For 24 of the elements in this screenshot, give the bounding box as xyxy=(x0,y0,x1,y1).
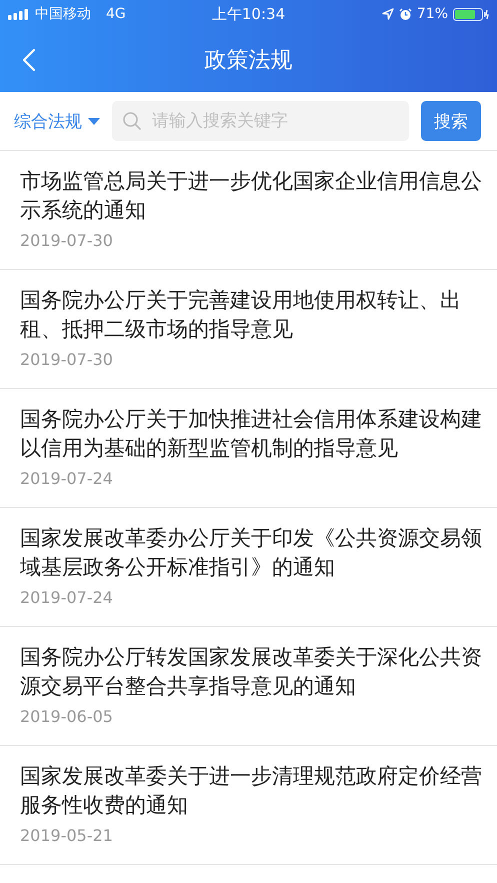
article-title[interactable]: 市场监管总局关于进一步优化国家企业信用信息公示系统的通知 xyxy=(20,167,485,225)
location-icon xyxy=(382,8,394,20)
battery-icon xyxy=(453,8,489,20)
caret-icon xyxy=(88,118,100,124)
article-date: 2019-05-21 xyxy=(20,826,114,845)
network-type: 4G xyxy=(106,6,126,22)
alarm-icon xyxy=(398,8,412,20)
article-date: 2019-07-24 xyxy=(20,588,114,607)
article-title[interactable]: 国家发展改革委关于进一步清理规范政府定价经营服务性收费的通知 xyxy=(20,762,485,820)
search-button[interactable]: 搜索 xyxy=(421,101,481,141)
article-date: 2019-07-30 xyxy=(20,350,114,369)
clock-time: 上午10:34 xyxy=(212,4,286,24)
article-title[interactable]: 国务院办公厅关于完善建设用地使用权转让、出租、抵押二级市场的指导意见 xyxy=(20,286,485,344)
article-date: 2019-07-24 xyxy=(20,469,114,488)
article-date: 2019-07-30 xyxy=(20,231,114,250)
signal-icon xyxy=(8,8,30,20)
battery-percent: 71% xyxy=(416,6,448,22)
article-title[interactable]: 国务院办公厅转发国家发展改革委关于深化公共资源交易平台整合共享指导意见的通知 xyxy=(20,643,485,701)
page-title: 政策法规 xyxy=(204,47,292,75)
article-title[interactable]: 国家发展改革委办公厅关于印发《公共资源交易领域基层政务公开标准指引》的通知 xyxy=(20,524,485,582)
carrier-name: 中国移动 xyxy=(35,5,91,23)
article-date: 2019-06-05 xyxy=(20,707,114,726)
category-dropdown[interactable]: 综合法规 xyxy=(14,110,100,132)
article-title[interactable]: 国务院办公厅关于加快推进社会信用体系建设构建以信用为基础的新型监管机制的指导意见 xyxy=(20,405,485,463)
